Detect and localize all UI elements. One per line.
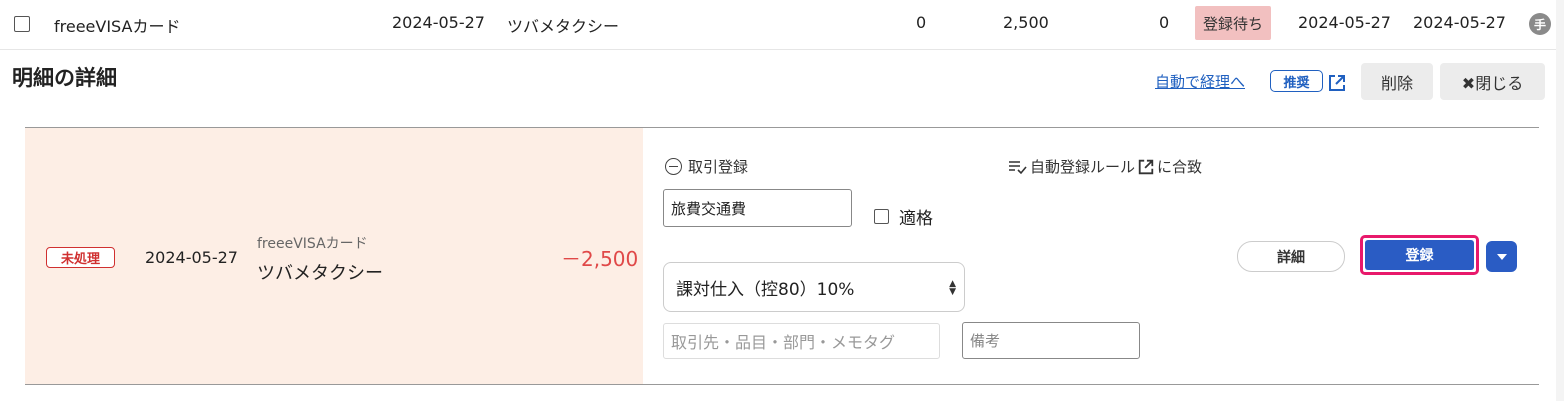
qualified-checkbox-box[interactable] — [874, 209, 889, 224]
row-date: 2024-05-27 — [392, 13, 485, 32]
unprocessed-badge: 未処理 — [46, 247, 115, 268]
row-date-2: 2024-05-27 — [1298, 13, 1391, 32]
tax-category-value: 課対仕入（控80）10% — [676, 279, 855, 300]
auto-accounting-link[interactable]: 自動で経理へ — [1155, 71, 1245, 92]
tax-category-select[interactable]: 課対仕入（控80）10% ▲ ▼ — [663, 262, 965, 312]
scrollbar[interactable] — [1556, 0, 1564, 401]
row-date-3: 2024-05-27 — [1413, 13, 1506, 32]
transaction-summary: 未処理 2024-05-27 freeeVISAカード ツバメタクシー －2,5… — [25, 128, 643, 384]
auto-rule-suffix: に合致 — [1157, 158, 1203, 176]
row-amount: 2,500 — [1003, 13, 1049, 32]
detail-date: 2024-05-27 — [145, 248, 238, 267]
detail-button[interactable]: 詳細 — [1237, 241, 1345, 272]
transaction-row[interactable]: freeeVISAカード 2024-05-27 ツバメタクシー 0 2,500 … — [0, 0, 1564, 50]
delete-button[interactable]: 削除 — [1361, 63, 1433, 100]
memo-input[interactable]: 備考 — [962, 322, 1140, 359]
row-description: ツバメタクシー — [507, 17, 620, 36]
detail-amount: －2,500 — [561, 247, 639, 271]
minus-circle-icon — [665, 158, 682, 175]
detail-panel: 未処理 2024-05-27 freeeVISAカード ツバメタクシー －2,5… — [25, 127, 1539, 385]
account-item-input[interactable]: 旅費交通費 — [663, 189, 852, 227]
deal-register-label: 取引登録 — [688, 158, 749, 176]
row-checkbox[interactable] — [14, 16, 30, 32]
qualified-label: 適格 — [899, 209, 933, 229]
register-button[interactable]: 登録 — [1365, 240, 1474, 270]
close-button[interactable]: ✖閉じる — [1440, 63, 1545, 100]
detail-account: freeeVISAカード — [257, 236, 368, 252]
deal-register-toggle[interactable]: 取引登録 — [665, 156, 748, 177]
manual-icon: 手 — [1529, 13, 1551, 35]
row-zero-2: 0 — [1159, 13, 1170, 32]
qualified-checkbox[interactable]: 適格 — [874, 204, 933, 229]
external-link-icon — [1138, 159, 1154, 174]
select-arrows-icon: ▲ ▼ — [949, 279, 956, 297]
page-title: 明細の詳細 — [12, 66, 117, 90]
detail-description: ツバメタクシー — [257, 263, 383, 284]
auto-rule-link[interactable]: 自動登録ルール に合致 — [1008, 156, 1202, 177]
auto-rule-label: 自動登録ルール — [1030, 158, 1136, 176]
rule-list-icon — [1009, 160, 1027, 174]
register-dropdown-button[interactable] — [1486, 241, 1517, 272]
external-link-icon[interactable] — [1327, 73, 1347, 93]
tags-input[interactable]: 取引先・品目・部門・メモタグ — [663, 323, 940, 359]
row-account: freeeVISAカード — [54, 17, 181, 36]
row-zero-1: 0 — [916, 13, 927, 32]
status-badge: 登録待ち — [1195, 6, 1271, 40]
recommend-badge: 推奨 — [1270, 70, 1323, 92]
